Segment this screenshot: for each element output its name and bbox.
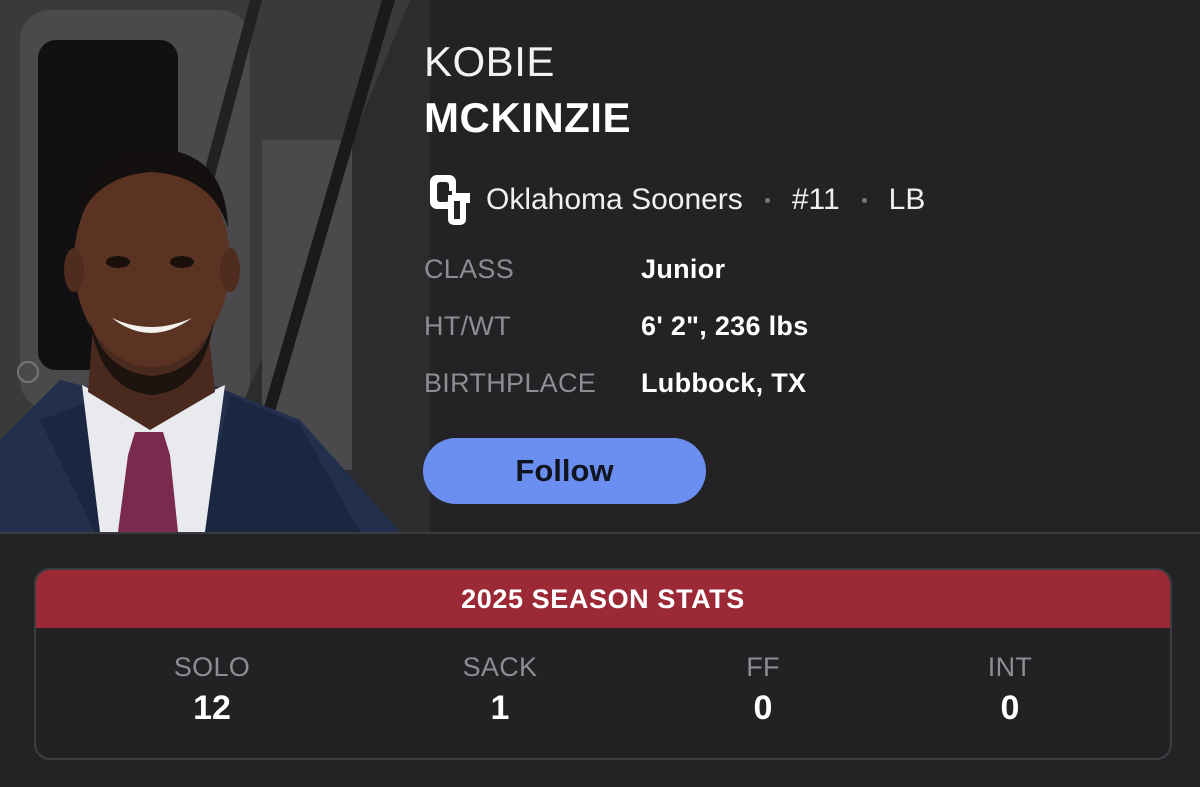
stat-value: 0 bbox=[753, 689, 773, 727]
stat-solo: SOLO 12 bbox=[112, 652, 312, 728]
stat-int: INT 0 bbox=[910, 652, 1110, 728]
player-position: LB bbox=[888, 183, 926, 216]
stat-ff: FF 0 bbox=[663, 652, 863, 728]
stat-label: SOLO bbox=[173, 652, 251, 682]
info-label: BIRTHPLACE bbox=[424, 368, 597, 398]
stat-value: 1 bbox=[490, 689, 510, 727]
stats-title: 2025 SEASON STATS bbox=[36, 570, 1170, 628]
stat-label: SACK bbox=[462, 652, 538, 682]
stat-value: 0 bbox=[1000, 689, 1020, 727]
player-info: CLASS Junior HT/WT 6' 2", 236 lbs BIRTHP… bbox=[424, 254, 809, 425]
player-hero: KOBIE MCKINZIE Oklahoma Sooners #11 LB C… bbox=[0, 0, 1200, 532]
separator-dot bbox=[861, 197, 867, 203]
season-stats-card: 2025 SEASON STATS SOLO 12 SACK 1 FF 0 IN… bbox=[34, 568, 1172, 760]
stat-label: FF bbox=[746, 652, 780, 682]
separator-dot bbox=[764, 197, 770, 203]
player-photo bbox=[0, 0, 430, 532]
ou-logo-icon bbox=[430, 175, 470, 225]
stats-grid: SOLO 12 SACK 1 FF 0 INT 0 bbox=[36, 628, 1170, 758]
info-row-birthplace: BIRTHPLACE Lubbock, TX bbox=[424, 368, 809, 425]
info-row-class: CLASS Junior bbox=[424, 254, 809, 311]
player-last-name: MCKINZIE bbox=[424, 94, 631, 141]
follow-button[interactable]: Follow bbox=[423, 438, 706, 504]
info-row-height-weight: HT/WT 6' 2", 236 lbs bbox=[424, 311, 809, 368]
stat-label: INT bbox=[987, 652, 1033, 682]
info-value: Junior bbox=[641, 254, 726, 284]
info-label: HT/WT bbox=[424, 311, 511, 341]
info-value: 6' 2", 236 lbs bbox=[641, 311, 809, 341]
jersey-number: #11 bbox=[791, 183, 840, 216]
info-value: Lubbock, TX bbox=[641, 368, 807, 398]
team-row: Oklahoma Sooners #11 LB bbox=[428, 172, 925, 228]
stat-value: 12 bbox=[193, 689, 231, 727]
team-name[interactable]: Oklahoma Sooners bbox=[486, 183, 743, 217]
info-label: CLASS bbox=[424, 254, 515, 284]
section-divider bbox=[0, 532, 1200, 534]
player-first-name: KOBIE bbox=[424, 38, 555, 85]
stat-sack: SACK 1 bbox=[400, 652, 600, 728]
